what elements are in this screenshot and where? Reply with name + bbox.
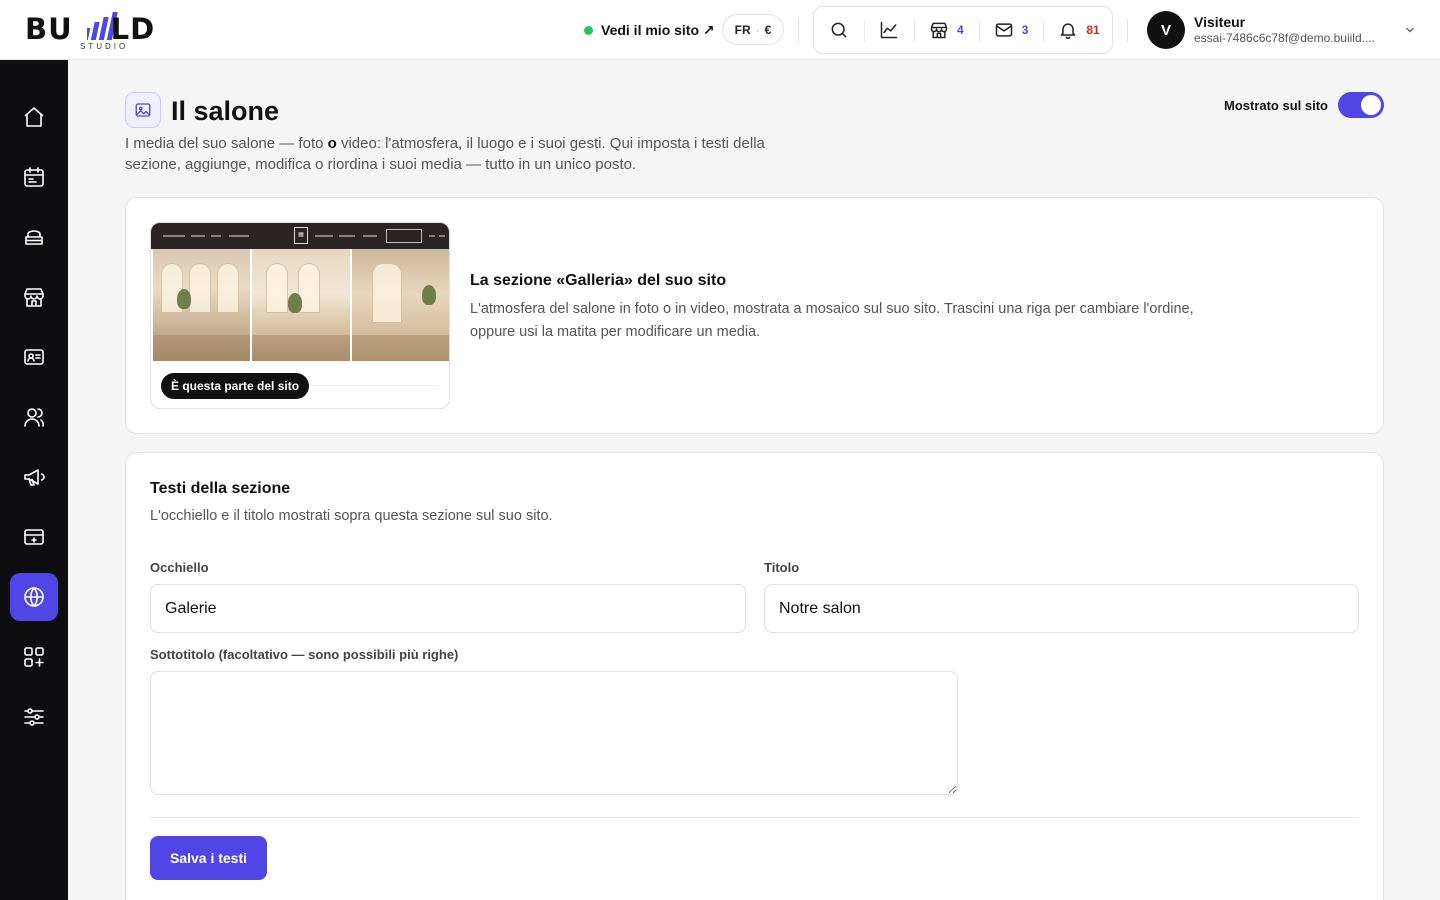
contact-card-icon — [24, 349, 44, 365]
gallery-photo — [351, 249, 449, 361]
save-texts-button[interactable]: Salva i testi — [150, 836, 267, 880]
visibility-toggle[interactable] — [1338, 92, 1384, 118]
page-title: Il salone — [171, 96, 280, 126]
preview-gallery-photos — [153, 249, 449, 361]
site-section-preview: ▦ È questa parte del sito — [150, 222, 450, 409]
user-menu[interactable]: V Visiteur essai-7486c6c78f@demo.buiild.… — [1147, 10, 1416, 50]
title-input[interactable] — [764, 584, 1359, 633]
shop-count-badge: 4 — [957, 23, 964, 37]
language-code: FR — [734, 22, 751, 37]
avatar: V — [1147, 11, 1185, 49]
user-info: Visiteur essai-7486c6c78f@demo.buiild...… — [1194, 14, 1390, 46]
megaphone-icon — [24, 469, 45, 486]
sidebar-item-services[interactable] — [10, 213, 58, 261]
title-label: Titolo — [764, 560, 800, 575]
apps-plus-icon — [24, 647, 44, 667]
sliders-icon — [24, 708, 44, 726]
section-info-card: ▦ È questa parte del sito La sezione «Ga… — [125, 197, 1384, 434]
services-icon — [25, 230, 43, 245]
messages-count-badge: 3 — [1021, 23, 1029, 37]
subtitle-textarea[interactable] — [150, 671, 958, 795]
globe-icon — [24, 587, 44, 607]
visibility-toggle-label: Mostrato sul sito — [1223, 97, 1328, 113]
mail-icon — [995, 23, 1012, 37]
page-icon — [125, 92, 161, 128]
shop-button[interactable]: 4 — [914, 7, 979, 53]
lang-separator: · — [755, 22, 760, 37]
calendar-icon — [24, 167, 44, 187]
brand-word: BU LD — [25, 12, 156, 46]
header-divider — [798, 18, 799, 42]
sidebar-item-contacts[interactable] — [10, 333, 58, 381]
store-icon — [930, 22, 948, 39]
messages-button[interactable]: 3 — [978, 7, 1044, 53]
search-icon — [831, 22, 847, 38]
status-dot — [584, 25, 593, 35]
preview-site-nav: ▦ — [151, 223, 449, 249]
brand-sub: STUDIO — [80, 42, 129, 51]
notifications-button[interactable]: 81 — [1043, 7, 1114, 53]
chart-line-icon — [880, 21, 898, 39]
brand-logo[interactable]: BU LD STUDIO — [25, 8, 185, 52]
sidebar-item-payments[interactable] — [10, 513, 58, 561]
gallery-photo — [153, 249, 251, 361]
chevron-down-icon — [1406, 27, 1414, 33]
stats-button[interactable] — [864, 7, 914, 53]
language-currency-selector[interactable]: FR · € — [722, 14, 784, 45]
sidebar-item-store[interactable] — [10, 273, 58, 321]
sidebar-nav — [0, 60, 68, 900]
section-title: La sezione «Galleria» del suo sito — [470, 272, 727, 289]
notifications-count-badge: 81 — [1086, 23, 1100, 37]
preview-logo: ▦ — [294, 227, 308, 244]
subtitle-label: Sottotitolo (facoltativo — sono possibil… — [150, 647, 459, 662]
search-button[interactable] — [814, 7, 864, 53]
sidebar-item-calendar[interactable] — [10, 153, 58, 201]
header-divider — [1127, 18, 1128, 42]
view-site-label: Vedi il mio sito ↗ — [601, 21, 715, 38]
eyebrow-label: Occhiello — [150, 560, 209, 575]
image-icon — [135, 103, 151, 117]
sidebar-item-marketing[interactable] — [10, 453, 58, 501]
sidebar-item-website[interactable] — [10, 573, 58, 621]
sidebar-item-home[interactable] — [10, 93, 58, 141]
view-site-link[interactable]: Vedi il mio sito ↗ — [584, 18, 715, 42]
texts-card-title: Testi della sezione — [150, 480, 291, 497]
preview-badge: È questa parte del sito — [161, 373, 310, 399]
store-icon — [24, 288, 44, 307]
form-divider — [150, 817, 1359, 818]
texts-card-description: L'occhiello e il titolo mostrati sopra q… — [150, 508, 553, 524]
users-icon — [24, 408, 44, 427]
toggle-knob — [1361, 95, 1381, 115]
sidebar-item-apps[interactable] — [10, 633, 58, 681]
top-header: BU LD STUDIO Vedi il mio sito ↗ FR · € 4 … — [0, 0, 1440, 60]
sidebar-item-clients[interactable] — [10, 393, 58, 441]
page-description: I media del suo salone — foto o video: l… — [125, 135, 765, 173]
home-icon — [24, 107, 44, 127]
gallery-photo — [252, 249, 350, 361]
eyebrow-input[interactable] — [150, 584, 746, 633]
payment-card-icon — [24, 529, 44, 545]
section-texts-card: Testi della sezione L'occhiello e il tit… — [125, 452, 1384, 900]
header-toolbar: 4 3 81 — [813, 6, 1113, 54]
user-name: Visiteur — [1194, 14, 1246, 30]
section-description: L'atmosfera del salone in foto o in vide… — [470, 301, 1194, 340]
bell-icon — [1060, 23, 1076, 40]
visibility-toggle-group: Mostrato sul sito — [1160, 92, 1384, 118]
user-email: essai-7486c6c78f@demo.buiild.... — [1194, 31, 1375, 45]
sidebar-item-settings[interactable] — [10, 693, 58, 741]
currency-symbol: € — [764, 22, 772, 37]
